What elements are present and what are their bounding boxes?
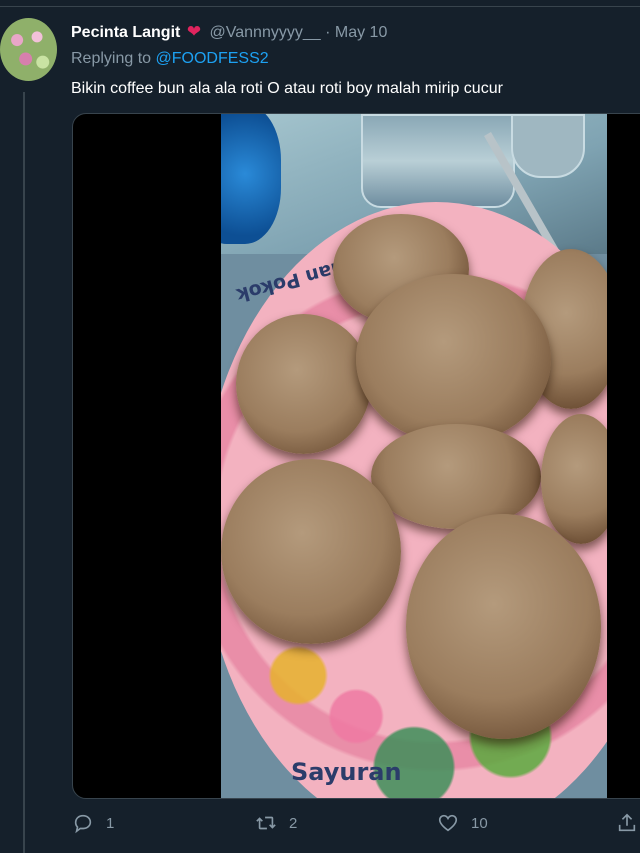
replying-prefix: Replying to bbox=[71, 50, 152, 67]
bun bbox=[236, 314, 371, 454]
like-button[interactable]: 10 bbox=[437, 812, 488, 834]
tweet-header: Pecinta Langit ❤ @Vannnyyyy__ · May 10 bbox=[71, 22, 387, 42]
plate-text-bottom: Sayuran bbox=[291, 758, 402, 786]
tweet-text: Bikin coffee bun ala ala roti O atau rot… bbox=[71, 80, 503, 97]
food-photo: nan Pokok Sayuran bbox=[221, 114, 607, 798]
replying-to-link[interactable]: @FOODFESS2 bbox=[156, 50, 269, 67]
bun bbox=[371, 424, 541, 529]
like-count: 10 bbox=[471, 814, 488, 832]
tweet-date[interactable]: May 10 bbox=[335, 24, 387, 41]
reply-button[interactable]: 1 bbox=[72, 812, 114, 834]
thread-line bbox=[23, 92, 25, 853]
bun bbox=[221, 459, 401, 644]
glass bbox=[361, 114, 515, 208]
bun bbox=[406, 514, 601, 739]
tweet-actions: 1 2 10 bbox=[0, 812, 640, 840]
blue-bowl bbox=[221, 114, 281, 244]
share-button[interactable] bbox=[616, 812, 640, 834]
reply-count: 1 bbox=[106, 814, 115, 832]
retweet-icon bbox=[256, 816, 276, 830]
top-divider bbox=[0, 0, 640, 7]
replying-to-line: Replying to @FOODFESS2 bbox=[71, 50, 269, 68]
heart-icon bbox=[438, 814, 458, 832]
display-name[interactable]: Pecinta Langit bbox=[71, 24, 180, 41]
glass-cup bbox=[511, 114, 585, 178]
tweet-media[interactable]: nan Pokok Sayuran bbox=[72, 113, 640, 799]
bun bbox=[356, 274, 551, 444]
reply-icon bbox=[74, 814, 92, 834]
avatar[interactable] bbox=[0, 18, 57, 81]
retweet-count: 2 bbox=[289, 814, 298, 832]
heart-emoji-icon: ❤ bbox=[186, 22, 202, 41]
retweet-button[interactable]: 2 bbox=[255, 812, 297, 834]
share-icon bbox=[618, 813, 636, 832]
user-handle[interactable]: @Vannnyyyy__ bbox=[210, 24, 321, 41]
separator-dot: · bbox=[325, 24, 331, 41]
